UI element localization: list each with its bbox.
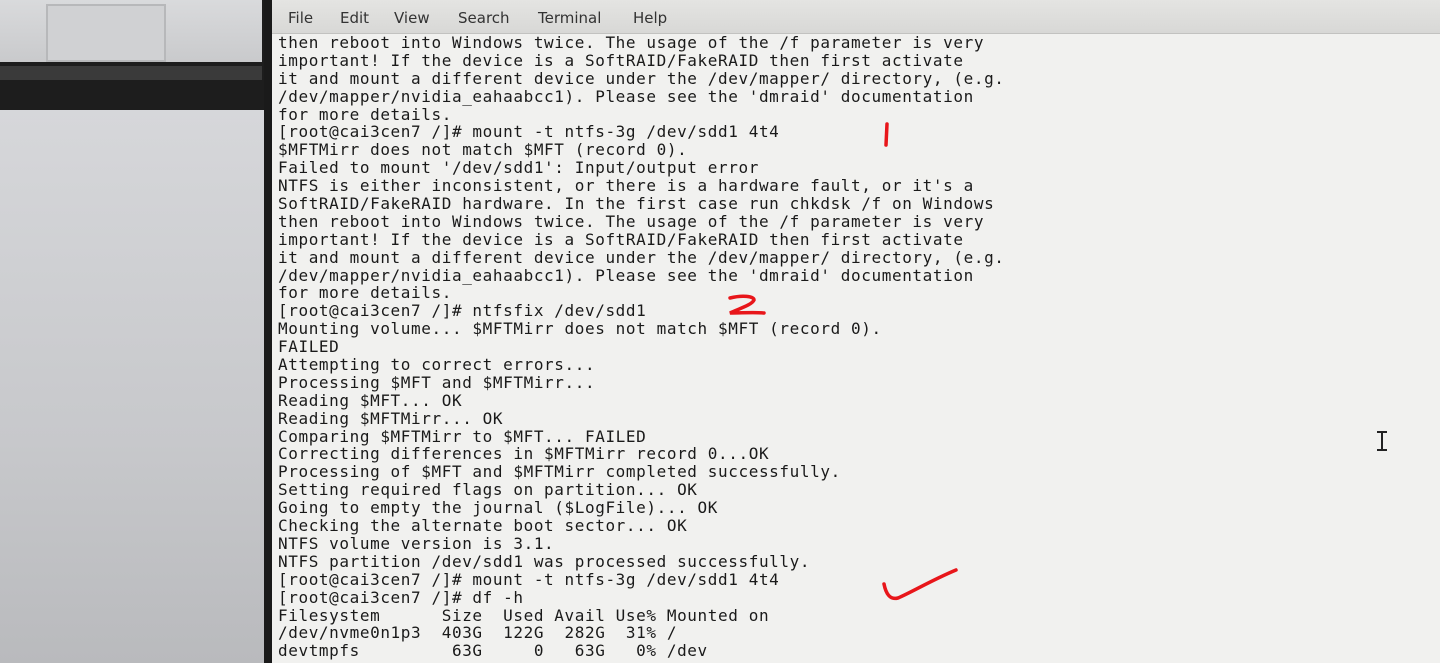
terminal-line: /dev/mapper/nvidia_eahaabcc1). Please se… [278,86,974,106]
terminal-menubar: File Edit View Search Terminal Help [272,0,1440,34]
terminal-line: SoftRAID/FakeRAID hardware. In the first… [278,194,995,214]
terminal-line: Attempting to correct errors... [278,355,596,375]
terminal-line: Setting required flags on partition... O… [278,480,698,500]
terminal-line: it and mount a different device under th… [278,247,1005,267]
terminal-line: Failed to mount '/dev/sdd1': Input/outpu… [278,158,759,178]
terminal-line: devtmpfs 63G 0 63G 0% /dev [278,641,708,661]
terminal-line: [root@cai3cen7 /]# df -h [278,587,524,607]
menu-file[interactable]: File [288,9,313,27]
terminal-line: Correcting differences in $MFTMirr recor… [278,444,770,464]
terminal-line: Going to empty the journal ($LogFile)...… [278,498,719,518]
background-window [0,0,262,62]
terminal-line: $MFTMirr does not match $MFT (record 0). [278,140,688,160]
terminal-line: [root@cai3cen7 /]# ntfsfix /dev/sdd1 [278,301,647,321]
menu-search[interactable]: Search [458,9,510,27]
terminal-line: then reboot into Windows twice. The usag… [278,34,985,52]
terminal-line: Mounting volume... $MFTMirr does not mat… [278,319,882,339]
terminal-line: [root@cai3cen7 /]# mount -t ntfs-3g /dev… [278,122,780,142]
menu-terminal[interactable]: Terminal [538,9,601,27]
terminal-line: Processing of $MFT and $MFTMirr complete… [278,462,841,482]
terminal-line: Filesystem Size Used Avail Use% Mounted … [278,605,770,625]
terminal-line: for more details. [278,104,452,124]
terminal-line: NTFS partition /dev/sdd1 was processed s… [278,551,811,571]
background-window-main [0,110,264,663]
terminal-line: Processing $MFT and $MFTMirr... [278,372,596,392]
terminal-line: /dev/mapper/nvidia_eahaabcc1). Please se… [278,265,974,285]
background-strip [0,66,262,80]
terminal-line: Comparing $MFTMirr to $MFT... FAILED [278,426,647,446]
terminal-line: Checking the alternate boot sector... OK [278,516,688,536]
terminal-line: Reading $MFTMirr... OK [278,408,504,428]
terminal-line: FAILED [278,337,340,357]
terminal-line: Reading $MFT... OK [278,390,463,410]
terminal-line: NTFS is either inconsistent, or there is… [278,176,974,196]
terminal-output[interactable]: then reboot into Windows twice. The usag… [278,34,1428,663]
ibeam-cursor-icon [1377,431,1387,451]
menu-edit[interactable]: Edit [340,9,369,27]
terminal-line: it and mount a different device under th… [278,68,1005,88]
terminal-line: [root@cai3cen7 /]# mount -t ntfs-3g /dev… [278,569,780,589]
terminal-line: for more details. [278,283,452,303]
terminal-line: then reboot into Windows twice. The usag… [278,211,985,231]
background-window-pane [46,4,166,62]
terminal-line: NTFS volume version is 3.1. [278,533,555,553]
menu-help[interactable]: Help [633,9,667,27]
terminal-line: important! If the device is a SoftRAID/F… [278,229,964,249]
terminal-line: /dev/nvme0n1p3 403G 122G 282G 31% / [278,623,678,643]
menu-view[interactable]: View [394,9,430,27]
terminal-window[interactable]: File Edit View Search Terminal Help then… [272,0,1440,663]
terminal-line: important! If the device is a SoftRAID/F… [278,50,964,70]
